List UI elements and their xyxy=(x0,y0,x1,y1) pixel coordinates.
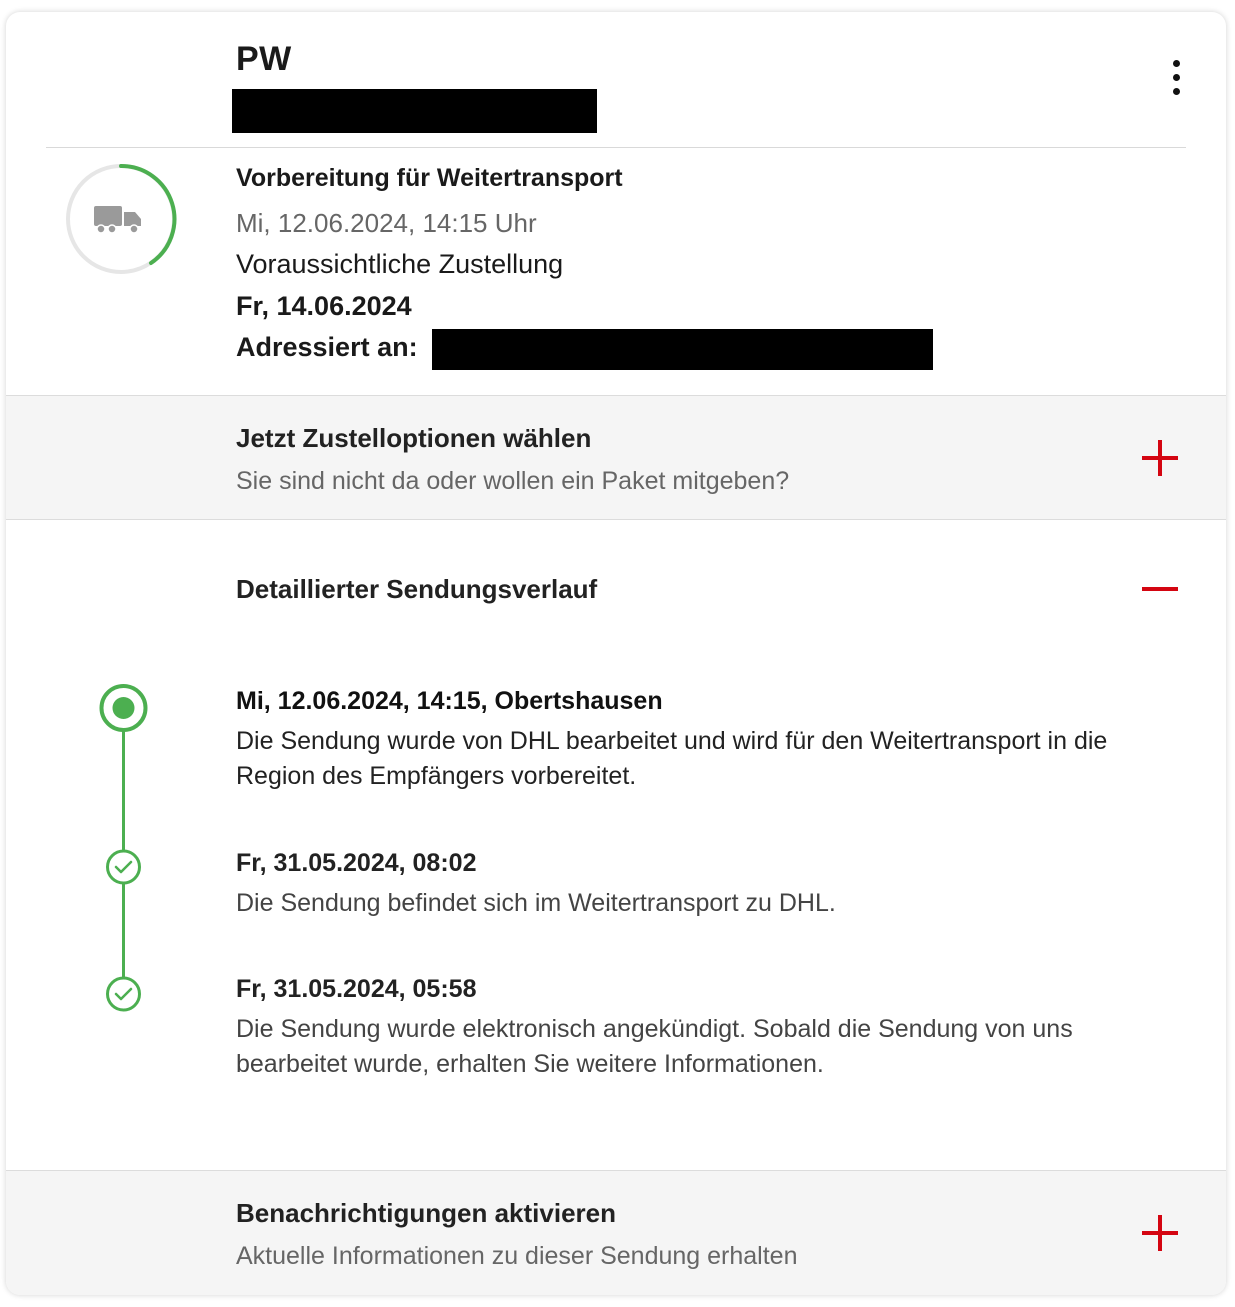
history-event: Fr, 31.05.2024, 08:02 Die Sendung befind… xyxy=(236,849,1176,921)
event-date: Fr, 31.05.2024, 05:58 xyxy=(236,975,477,1003)
history-title: Detaillierter Sendungsverlauf xyxy=(236,574,598,604)
expand-plus-icon[interactable] xyxy=(1142,1215,1178,1251)
status-timestamp: Mi, 12.06.2024, 14:15 Uhr xyxy=(236,208,537,238)
notifications-title: Benachrichtigungen aktivieren xyxy=(236,1198,616,1228)
timeline xyxy=(99,684,148,1012)
delivery-estimate-label: Voraussichtliche Zustellung xyxy=(236,249,564,279)
check-icon xyxy=(106,849,141,885)
more-options-icon[interactable] xyxy=(1164,60,1188,100)
history-event: Fr, 31.05.2024, 05:58 Die Sendung wurde … xyxy=(236,975,1176,1082)
redacted-tracking-number xyxy=(232,89,597,133)
history-event: Mi, 12.06.2024, 14:15, Obertshausen Die … xyxy=(236,687,1176,794)
check-icon xyxy=(106,976,141,1012)
event-text: Die Sendung wurde elektronisch angekündi… xyxy=(236,1015,1073,1078)
event-date: Fr, 31.05.2024, 08:02 xyxy=(236,849,477,877)
notifications-subtitle: Aktuelle Informationen zu dieser Sendung… xyxy=(236,1242,798,1270)
header-divider xyxy=(46,147,1186,148)
notifications-section[interactable]: Benachrichtigungen aktivieren Aktuelle I… xyxy=(6,1170,1226,1295)
event-date: Mi, 12.06.2024, 14:15, Obertshausen xyxy=(236,687,663,715)
sender-name: PW xyxy=(236,40,292,78)
expand-plus-icon[interactable] xyxy=(1142,440,1178,476)
status-title: Vorbereitung für Weitertransport xyxy=(236,164,623,192)
shipment-header: PW xyxy=(6,12,1226,148)
current-dot-icon xyxy=(99,684,148,732)
redacted-recipient-address xyxy=(432,329,933,370)
delivery-options-section[interactable]: Jetzt Zustelloptionen wählen Sie sind ni… xyxy=(6,395,1226,520)
progress-ring xyxy=(66,163,177,274)
event-text: Die Sendung befindet sich im Weitertrans… xyxy=(236,889,836,917)
delivery-options-subtitle: Sie sind nicht da oder wollen ein Paket … xyxy=(236,467,790,495)
event-text: Die Sendung wurde von DHL bearbeitet und… xyxy=(236,727,1108,790)
truck-icon xyxy=(94,206,141,234)
delivery-options-title: Jetzt Zustelloptionen wählen xyxy=(236,423,592,453)
delivery-estimate-date: Fr, 14.06.2024 xyxy=(236,291,412,321)
shipment-card: PW Vorbereitung für Weitertransport Mi, … xyxy=(6,12,1226,1295)
addressed-to-label: Adressiert an: xyxy=(236,332,418,362)
collapse-minus-icon[interactable] xyxy=(1142,587,1178,591)
